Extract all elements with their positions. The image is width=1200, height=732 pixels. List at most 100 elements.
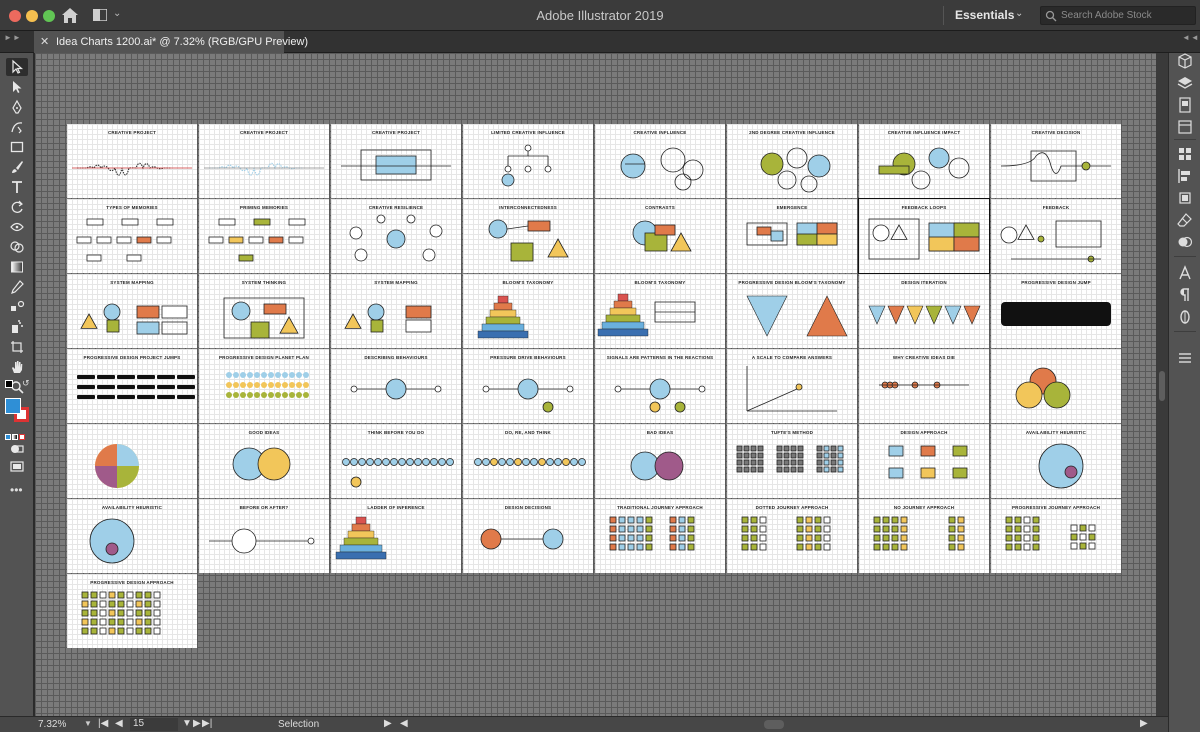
width-tool[interactable]: [6, 218, 28, 236]
artboard[interactable]: PROGRESSIVE JOURNEY APPROACH: [991, 499, 1121, 573]
artboard[interactable]: AVAILABILITY HEURISTIC: [67, 499, 197, 573]
eyedropper-tool[interactable]: [6, 278, 28, 296]
artboard[interactable]: BLOOM'S TAXONOMY: [463, 274, 593, 348]
artboard[interactable]: DESIGN APPROACH: [859, 424, 989, 498]
artboard[interactable]: CREATIVE PROJECT: [199, 124, 329, 198]
scroll-right-icon[interactable]: ▶: [1140, 718, 1148, 729]
zoom-level[interactable]: 7.32%: [38, 719, 66, 730]
hand-tool[interactable]: [6, 358, 28, 376]
artboard[interactable]: DESCRIBING BEHAVIOURS: [331, 349, 461, 423]
screen-mode-tool[interactable]: [6, 458, 28, 476]
stock-search[interactable]: [1040, 6, 1196, 25]
scrollbar-thumb[interactable]: [764, 720, 784, 729]
color-mode-icons[interactable]: [5, 427, 29, 440]
symbol-sprayer-tool[interactable]: [6, 318, 28, 336]
artboard[interactable]: THINK BEFORE YOU DO: [331, 424, 461, 498]
layers-icon[interactable]: [1177, 75, 1193, 91]
artboard[interactable]: PRESSURE DRIVE BEHAVIOURS: [463, 349, 593, 423]
artboard[interactable]: NO JOURNEY APPROACH: [859, 499, 989, 573]
transform-icon[interactable]: [1177, 190, 1193, 206]
artboard[interactable]: PROGRESSIVE DESIGN BLOOM'S TAXONOMY: [727, 274, 857, 348]
eraser-icon[interactable]: [1177, 212, 1193, 228]
last-artboard-icon[interactable]: ▶|: [202, 718, 212, 729]
next-artboard-icon[interactable]: ▶: [193, 718, 201, 729]
opentype-icon[interactable]: [1177, 309, 1193, 325]
align-icon[interactable]: [1177, 168, 1193, 184]
artboard[interactable]: PRIMING MEMORIES: [199, 199, 329, 273]
artboard[interactable]: CREATIVE PROJECT: [67, 124, 197, 198]
curvature-tool[interactable]: [6, 118, 28, 136]
rotate-tool[interactable]: [6, 198, 28, 216]
character-icon[interactable]: [1177, 265, 1193, 281]
fill-swatch[interactable]: [5, 398, 21, 414]
scrollbar-thumb[interactable]: [1159, 371, 1165, 401]
blend-tool[interactable]: [6, 298, 28, 316]
artboard[interactable]: PROGRESSIVE DESIGN APPROACH: [67, 574, 197, 648]
rectangle-tool[interactable]: [6, 138, 28, 156]
artboard[interactable]: LIMITED CREATIVE INFLUENCE: [463, 124, 593, 198]
artboard[interactable]: GOOD IDEAS: [199, 424, 329, 498]
properties-icon[interactable]: [1177, 119, 1193, 135]
chevron-down-icon[interactable]: ▼: [84, 719, 92, 728]
artboard[interactable]: SIGNALS ARE PATTERNS IN THE REACTIONS: [595, 349, 725, 423]
artboard[interactable]: PROGRESSIVE DESIGN PLANET PLAN: [199, 349, 329, 423]
default-colors-icon[interactable]: [5, 380, 13, 388]
artboard[interactable]: DO, RE, AND THINK: [463, 424, 593, 498]
search-input[interactable]: [1061, 8, 1193, 23]
document-tab[interactable]: ✕ Idea Charts 1200.ai* @ 7.32% (RGB/GPU …: [34, 31, 308, 53]
paragraph-icon[interactable]: [1177, 287, 1193, 303]
workspace-switcher[interactable]: Essentials: [955, 8, 1014, 22]
selection-tool[interactable]: [6, 58, 28, 76]
artboard[interactable]: CREATIVE INFLUENCE: [595, 124, 725, 198]
vertical-scrollbar[interactable]: [1156, 53, 1168, 716]
swatches-icon[interactable]: [1177, 146, 1193, 162]
artboard[interactable]: CREATIVE DECISION: [991, 124, 1121, 198]
artboard-number-field[interactable]: 15: [130, 718, 178, 731]
artboard[interactable]: PROGRESSIVE DESIGN JUMP: [991, 274, 1121, 348]
artboard[interactable]: INTERCONNECTEDNESS: [463, 199, 593, 273]
artboard[interactable]: CREATIVE PROJECT: [331, 124, 461, 198]
type-tool[interactable]: [6, 178, 28, 196]
status-menu-icon[interactable]: ▶: [384, 718, 392, 729]
artboard[interactable]: SYSTEM MAPPING: [331, 274, 461, 348]
shape-builder-tool[interactable]: [6, 238, 28, 256]
more-tools-icon[interactable]: •••: [10, 483, 23, 497]
libraries-icon[interactable]: [1177, 53, 1193, 69]
swap-colors-icon[interactable]: ↺: [22, 378, 30, 389]
artboard[interactable]: EMERGENCE: [727, 199, 857, 273]
first-artboard-icon[interactable]: |◀: [98, 718, 108, 729]
draw-mode-tool[interactable]: [6, 440, 28, 458]
artboard[interactable]: FEEDBACK LOOPS: [858, 198, 990, 274]
artboard[interactable]: PROGRESSIVE DESIGN PROJECT JUMPS: [67, 349, 197, 423]
artboard[interactable]: 2ND DEGREE CREATIVE INFLUENCE: [727, 124, 857, 198]
artboard[interactable]: SYSTEM MAPPING: [67, 274, 197, 348]
close-icon[interactable]: ✕: [40, 35, 49, 48]
artboard[interactable]: BAD IDEAS: [595, 424, 725, 498]
artboard[interactable]: A SCALE TO COMPARE ANSWERS: [727, 349, 857, 423]
artboard[interactable]: AVAILABILITY HEURISTIC: [991, 424, 1121, 498]
artboard[interactable]: BEFORE OR AFTER?: [199, 499, 329, 573]
artboard[interactable]: FEEDBACK: [991, 199, 1121, 273]
artboard[interactable]: [67, 424, 197, 498]
artboard[interactable]: DESIGN DECISIONS: [463, 499, 593, 573]
pathfinder-icon[interactable]: [1177, 234, 1193, 250]
collapse-panel-icon[interactable]: ►►: [4, 33, 22, 42]
gradient-tool[interactable]: [6, 258, 28, 276]
canvas[interactable]: CREATIVE PROJECT CREATIVE PROJECT CREATIVE…: [35, 53, 1156, 716]
pen-tool[interactable]: [6, 98, 28, 116]
scroll-left-icon[interactable]: ◀: [400, 718, 408, 729]
artboard[interactable]: CREATIVE RESILIENCE: [331, 199, 461, 273]
artboard[interactable]: CREATIVE INFLUENCE IMPACT: [859, 124, 989, 198]
previous-artboard-icon[interactable]: ◀: [115, 718, 123, 729]
artboard[interactable]: TYPES OF MEMORIES: [67, 199, 197, 273]
chevron-down-icon[interactable]: ⌄: [1015, 8, 1023, 19]
artboard[interactable]: LADDER OF INFERENCE: [331, 499, 461, 573]
menu-lines-icon[interactable]: [1177, 350, 1193, 366]
artboard[interactable]: DESIGN ITERATION: [859, 274, 989, 348]
artboard[interactable]: TUFTE'S METHOD: [727, 424, 857, 498]
document-info-icon[interactable]: [1177, 97, 1193, 113]
artboard[interactable]: DOTTED JOURNEY APPROACH: [727, 499, 857, 573]
artboard-dropdown-icon[interactable]: ▼: [182, 718, 192, 729]
artboard[interactable]: SYSTEM THINKING: [199, 274, 329, 348]
artboard[interactable]: TRADITIONAL JOURNEY APPROACH: [595, 499, 725, 573]
